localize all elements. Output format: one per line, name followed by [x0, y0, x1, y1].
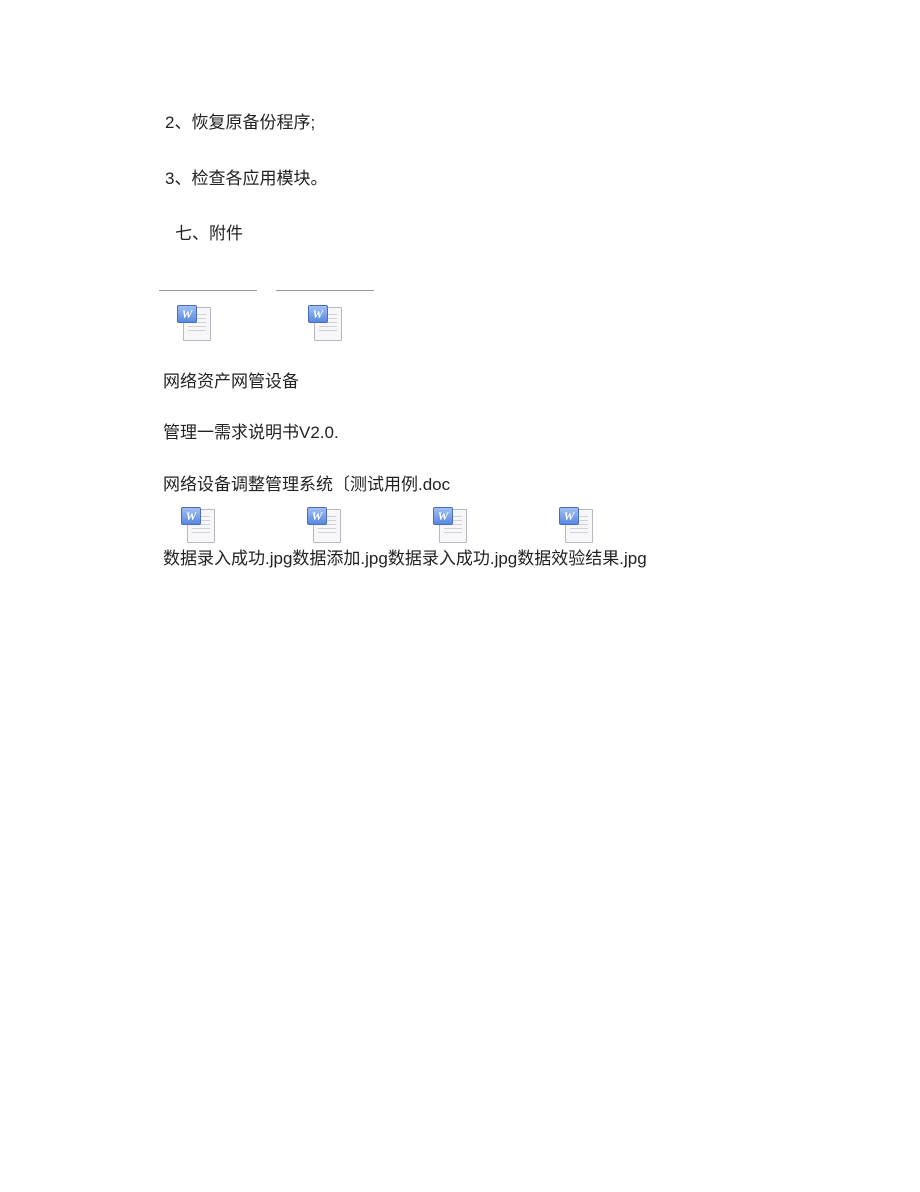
word-doc-icon: W [181, 509, 217, 543]
attachment-icon-row-1: W W [177, 307, 920, 349]
body-line-1: 2、恢复原备份程序; [165, 110, 920, 136]
body-line-2: 3、检查各应用模块。 [165, 166, 920, 192]
attachment-icon-4[interactable]: W [307, 509, 343, 543]
attachment-label: 数据效验结果.jpg [517, 549, 646, 568]
attachment-icon-5[interactable]: W [433, 509, 469, 543]
attachment-icon-2[interactable]: W [308, 307, 344, 349]
attachment-label-line-2: 管理一需求说明书V2.0. [163, 420, 920, 446]
attachment-label-row-2: 数据录入成功.jpg数据添加.jpg数据录入成功.jpg数据效验结果.jpg [163, 546, 920, 572]
divider-line [276, 290, 374, 291]
word-doc-icon: W [308, 307, 344, 341]
word-doc-icon: W [559, 509, 595, 543]
attachment-icon-3[interactable]: W [181, 509, 217, 543]
attachment-label-line-3: 网络设备调整管理系统〔测试用例.doc [163, 472, 920, 498]
attachment-icon-6[interactable]: W [559, 509, 595, 543]
word-doc-icon: W [433, 509, 469, 543]
attachment-icon-row-2: W W W W [181, 509, 920, 543]
attachment-label: 数据录入成功.jpg [388, 549, 517, 568]
attachment-label: 数据添加.jpg [292, 549, 387, 568]
divider-line [159, 290, 257, 291]
word-doc-icon: W [307, 509, 343, 543]
attachment-label: 数据录入成功.jpg [163, 549, 292, 568]
word-doc-icon: W [177, 307, 213, 341]
attachment-icon-1[interactable]: W [177, 307, 213, 349]
divider-row [159, 277, 920, 303]
attachment-label-line-1: 网络资产网管设备 [163, 369, 920, 395]
section-heading: 七、附件 [175, 221, 920, 247]
